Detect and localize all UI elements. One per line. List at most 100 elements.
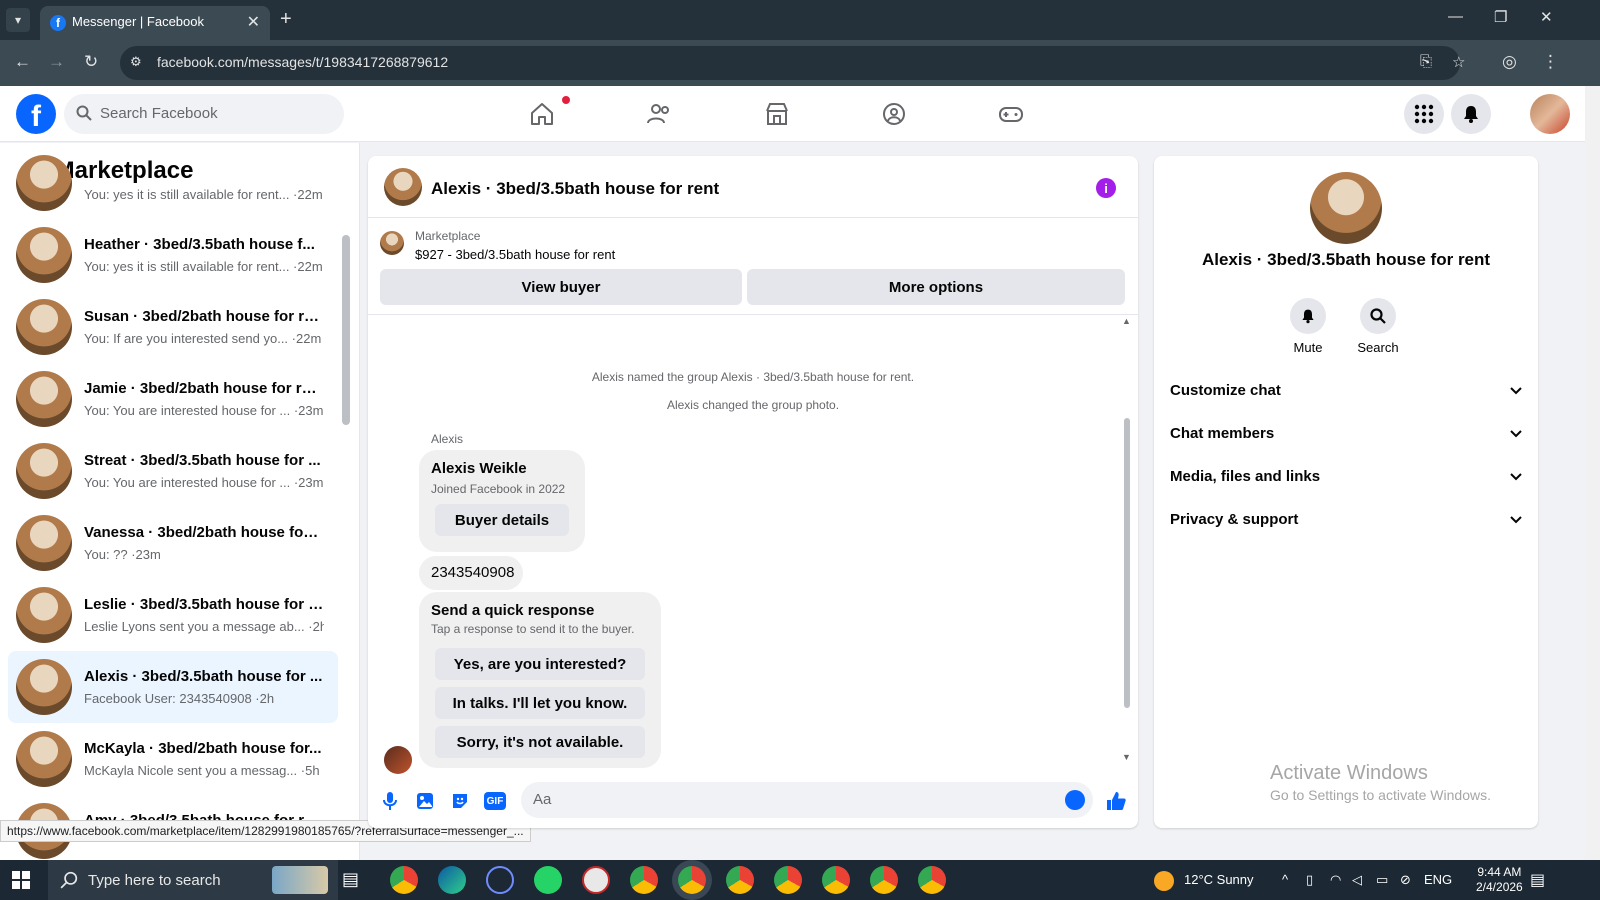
weather-sun-icon[interactable]	[1154, 871, 1174, 891]
minimize-icon[interactable]: —	[1448, 8, 1463, 25]
browser-tab[interactable]: f Messenger | Facebook ✕	[40, 6, 270, 40]
listing-thumbnail[interactable]	[380, 231, 404, 255]
menu-grid-icon[interactable]	[1404, 94, 1444, 134]
view-buyer-button[interactable]: View buyer	[380, 269, 742, 305]
chat-scrollbar-thumb[interactable]	[1124, 418, 1130, 708]
buyer-details-button[interactable]: Buyer details	[435, 504, 569, 536]
install-app-icon[interactable]: ⎘	[1420, 53, 1432, 70]
message-input[interactable]: Aa	[521, 782, 1093, 818]
site-info-icon[interactable]: ⚙	[130, 54, 146, 70]
network-off-icon[interactable]: ⊘	[1400, 872, 1411, 888]
gif-icon[interactable]: GIF	[484, 792, 506, 810]
tab-search-dropdown[interactable]: ▾	[6, 8, 30, 32]
taskbar-clock[interactable]: 9:44 AM 2/4/2026	[1476, 865, 1523, 895]
language-indicator[interactable]: ENG	[1424, 872, 1452, 887]
new-tab-button[interactable]: +	[280, 8, 292, 31]
chrome-profile-active-icon[interactable]	[678, 866, 706, 894]
chrome-profile-icon[interactable]	[774, 866, 802, 894]
listing-price-title[interactable]: $927 - 3bed/3.5bath house for rent	[415, 247, 615, 262]
chat-avatar[interactable]	[384, 168, 422, 206]
more-options-button[interactable]: More options	[747, 269, 1125, 305]
facebook-search-input[interactable]: Search Facebook	[64, 94, 344, 134]
weather-text[interactable]: 12°C Sunny	[1184, 872, 1254, 887]
reload-icon[interactable]: ↻	[84, 52, 98, 72]
photo-attach-icon[interactable]	[414, 790, 436, 812]
close-window-icon[interactable]: ✕	[1540, 8, 1553, 26]
chrome-profile-icon[interactable]	[822, 866, 850, 894]
section-label: Privacy & support	[1170, 511, 1299, 528]
scroll-down-icon[interactable]: ▼	[1122, 752, 1131, 762]
wps-icon[interactable]	[582, 866, 610, 894]
close-tab-icon[interactable]: ✕	[247, 12, 260, 32]
back-icon[interactable]: ←	[14, 52, 31, 72]
sticker-icon[interactable]	[449, 790, 471, 812]
phone-message-bubble[interactable]: 2343540908	[419, 556, 523, 590]
restore-icon[interactable]: ❐	[1494, 8, 1507, 26]
tray-device-icon[interactable]: ▯	[1306, 872, 1313, 888]
media-files-links-section[interactable]: Media, files and links	[1170, 458, 1522, 498]
conversation-item[interactable]: Streat · 3bed/3.5bath house for ... You:…	[8, 435, 338, 507]
home-icon[interactable]	[528, 100, 556, 128]
chrome-profile-icon[interactable]	[870, 866, 898, 894]
quick-response-yes-button[interactable]: Yes, are you interested?	[435, 648, 645, 680]
customize-chat-section[interactable]: Customize chat	[1170, 372, 1522, 412]
search-highlight-image[interactable]	[272, 866, 328, 894]
conversation-list-scrollbar[interactable]	[342, 187, 350, 807]
conversation-item[interactable]: Vanessa · 3bed/2bath house for ... You: …	[8, 507, 338, 579]
account-avatar[interactable]	[1530, 94, 1570, 134]
info-icon[interactable]: i	[1096, 178, 1116, 198]
activate-windows-watermark: Activate Windows Go to Settings to activ…	[1270, 762, 1491, 803]
friends-icon[interactable]	[645, 100, 673, 128]
url-text[interactable]: facebook.com/messages/t/1983417268879612	[157, 54, 448, 70]
quick-response-in-talks-button[interactable]: In talks. I'll let you know.	[435, 687, 645, 719]
whatsapp-icon[interactable]	[534, 866, 562, 894]
conversation-item[interactable]: McKayla · 3bed/2bath house for... McKayl…	[8, 723, 338, 795]
conversation-item[interactable]: Leslie · 3bed/3.5bath house for r... Les…	[8, 579, 338, 651]
microphone-icon[interactable]	[379, 790, 401, 812]
quick-response-not-available-button[interactable]: Sorry, it's not available.	[435, 726, 645, 758]
windows-start-icon[interactable]	[12, 871, 30, 892]
emoji-icon[interactable]	[1065, 790, 1085, 810]
conversation-list: You: yes it is still available for rent.…	[8, 155, 338, 860]
privacy-support-section[interactable]: Privacy & support	[1170, 501, 1522, 541]
wifi-icon[interactable]: ◠	[1330, 872, 1341, 888]
bookmark-star-icon[interactable]: ☆	[1452, 53, 1465, 71]
group-photo[interactable]	[1310, 172, 1382, 244]
conversation-item[interactable]: You: yes it is still available for rent.…	[8, 147, 338, 219]
marketplace-icon[interactable]	[763, 100, 791, 128]
task-view-icon[interactable]: ▤	[342, 869, 370, 897]
conversation-item[interactable]: Susan · 3bed/2bath house for rent You: I…	[8, 291, 338, 363]
omnibox[interactable]: ⚙ facebook.com/messages/t/19834172688796…	[120, 46, 1465, 80]
tray-overflow-icon[interactable]: ^	[1282, 872, 1288, 887]
scrollbar-thumb[interactable]	[342, 235, 350, 425]
profile-icon[interactable]: ◎	[1502, 52, 1517, 72]
scroll-up-icon[interactable]: ▲	[1122, 316, 1131, 326]
chat-scrollbar[interactable]: ▲ ▼	[1122, 316, 1132, 766]
notifications-bell-icon[interactable]	[1451, 94, 1491, 134]
chrome-icon[interactable]	[390, 866, 418, 894]
search-in-conversation-button[interactable]: Search	[1343, 298, 1413, 355]
chat-members-section[interactable]: Chat members	[1170, 415, 1522, 455]
volume-icon[interactable]: ◁	[1352, 872, 1362, 888]
notification-center-icon[interactable]: ▤	[1530, 870, 1545, 890]
chrome-profile-icon[interactable]	[630, 866, 658, 894]
browser-menu-icon[interactable]: ⋮	[1542, 52, 1559, 72]
page-scrollbar[interactable]	[1585, 86, 1600, 860]
conversation-item[interactable]: Jamie · 3bed/2bath house for rent You: Y…	[8, 363, 338, 435]
app-circle-icon[interactable]	[486, 866, 514, 894]
edge-icon[interactable]	[438, 866, 466, 894]
battery-icon[interactable]: ▭	[1376, 872, 1388, 888]
groups-icon[interactable]	[880, 100, 908, 128]
conversation-item-active[interactable]: Alexis · 3bed/3.5bath house for ... Face…	[8, 651, 338, 723]
gaming-icon[interactable]	[997, 100, 1025, 128]
chrome-profile-icon[interactable]	[918, 866, 946, 894]
watermark-title: Activate Windows	[1270, 762, 1428, 784]
sender-avatar[interactable]	[384, 746, 412, 774]
mute-button[interactable]: Mute	[1273, 298, 1343, 355]
conversation-item[interactable]: Heather · 3bed/3.5bath house f... You: y…	[8, 219, 338, 291]
forward-icon[interactable]: →	[48, 52, 65, 72]
chrome-profile-icon[interactable]	[726, 866, 754, 894]
like-thumb-icon[interactable]	[1105, 790, 1127, 812]
facebook-logo-icon[interactable]: f	[16, 94, 56, 134]
chat-title[interactable]: Alexis · 3bed/3.5bath house for rent	[431, 179, 719, 199]
